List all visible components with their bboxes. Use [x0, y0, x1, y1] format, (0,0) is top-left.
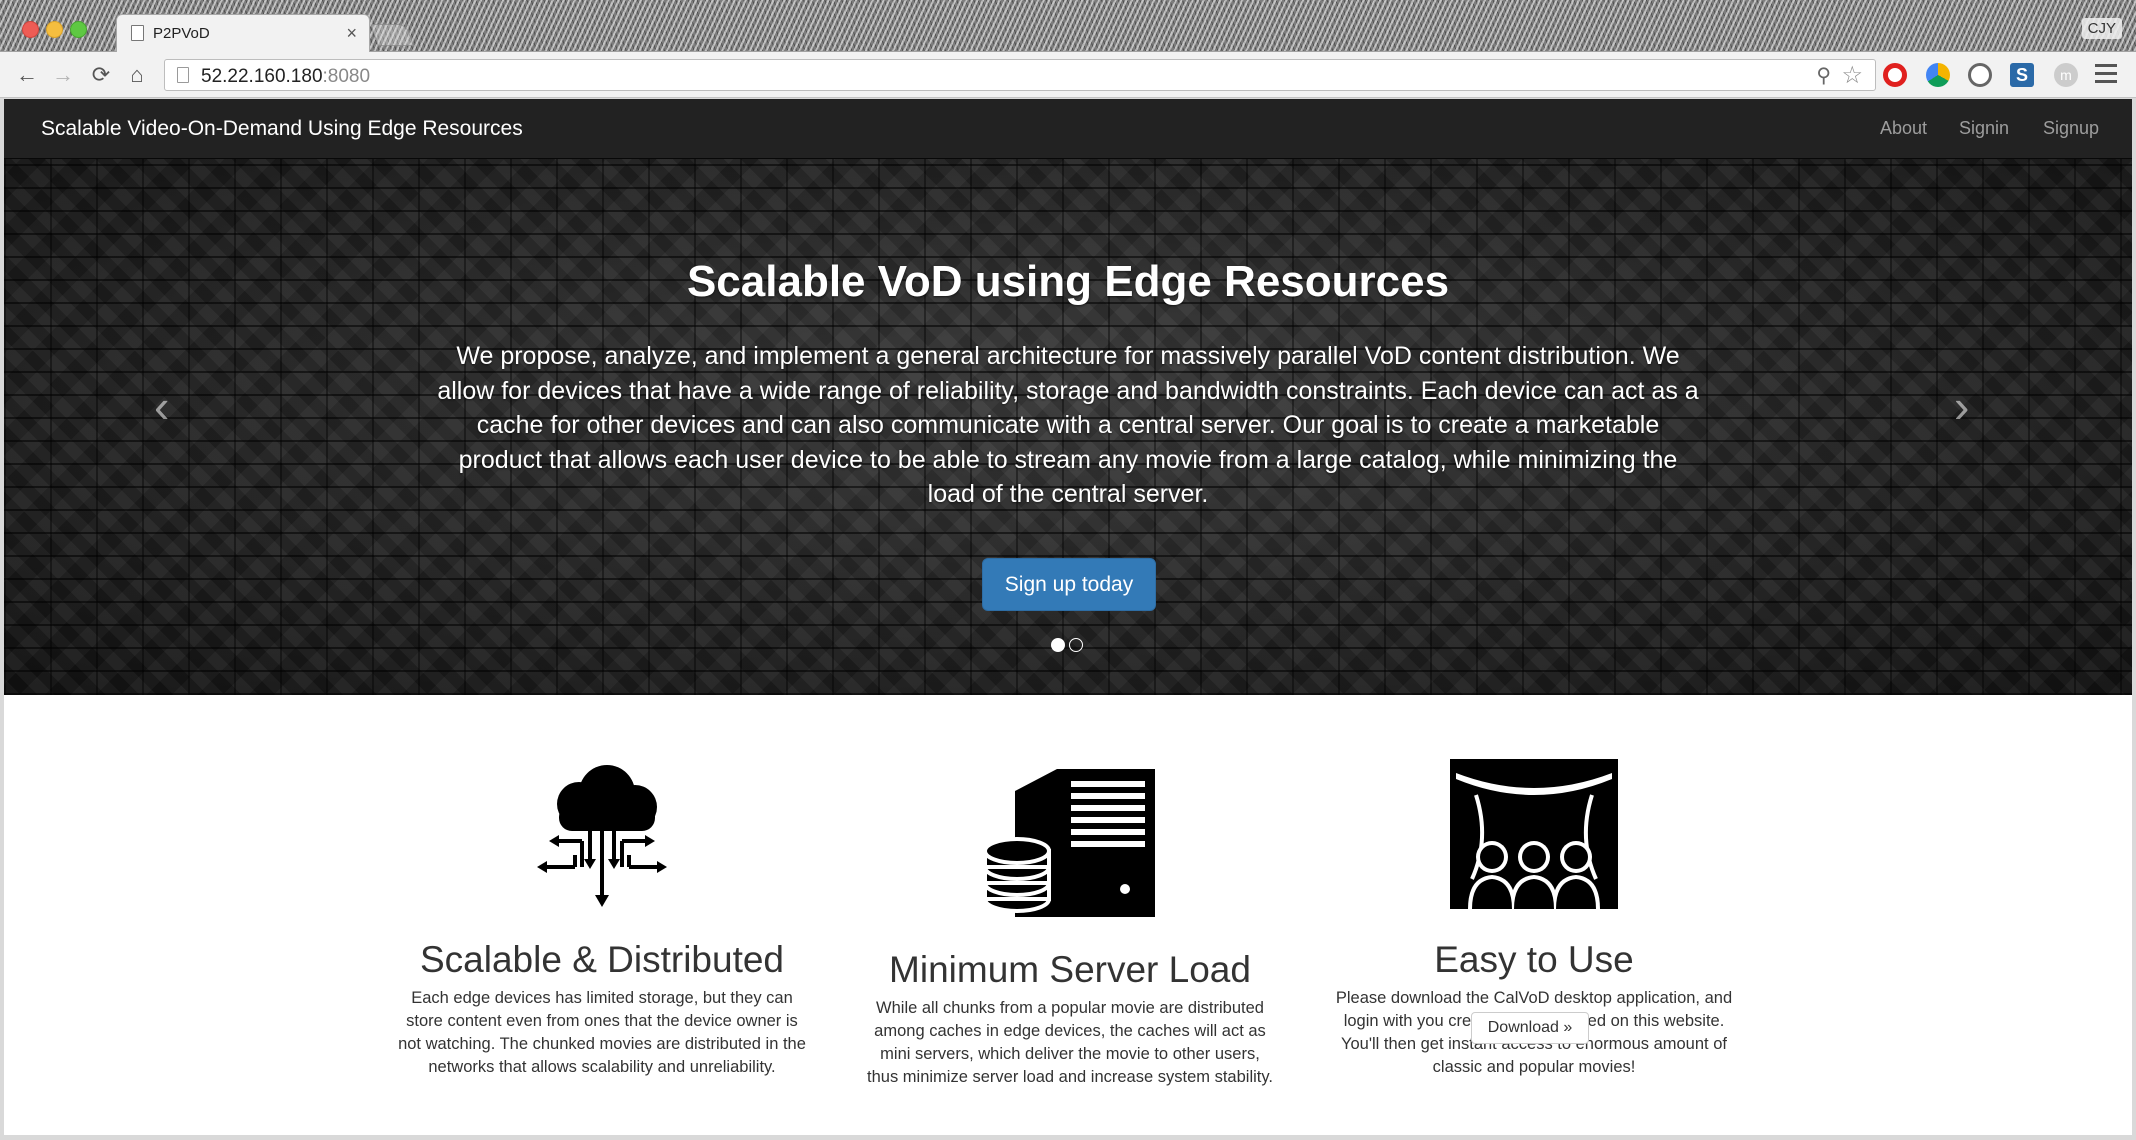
nav-link-signup[interactable]: Signup — [2043, 118, 2099, 139]
profile-badge[interactable]: CJY — [2081, 18, 2122, 39]
m-extension-icon[interactable]: m — [2054, 63, 2078, 87]
carousel-next-icon[interactable]: › — [1954, 383, 1969, 429]
theater-audience-icon — [1450, 759, 1618, 909]
browser-tabstrip: P2PVoD × CJY — [0, 0, 2136, 52]
maximize-window-button[interactable] — [70, 21, 87, 38]
forward-icon[interactable]: → — [50, 62, 76, 88]
hero-title: Scalable VoD using Edge Resources — [686, 257, 1450, 306]
feature-text: While all chunks from a popular movie ar… — [867, 999, 1273, 1086]
minimize-window-button[interactable] — [46, 21, 63, 38]
url-text[interactable]: 52.22.160.180:8080 — [201, 66, 370, 88]
feature-server-load: Minimum Server Load While all chunks fro… — [860, 759, 1280, 1089]
server-database-icon — [985, 769, 1155, 917]
nav-link-about[interactable]: About — [1880, 118, 1927, 139]
extension-icon[interactable] — [1926, 63, 1950, 87]
cloud-network-icon — [537, 765, 667, 907]
reload-icon[interactable]: ⟳ — [88, 62, 114, 88]
carousel-indicators — [1051, 638, 1087, 657]
carousel-indicator[interactable] — [1051, 638, 1065, 652]
feature-heading: Scalable & Distributed — [419, 939, 785, 980]
browser-menu-icon[interactable] — [2095, 64, 2117, 86]
new-tab-button[interactable] — [369, 24, 415, 46]
search-icon[interactable]: ⚲ — [1816, 63, 1831, 88]
browser-tab[interactable]: P2PVoD × — [116, 14, 370, 52]
tab-close-icon[interactable]: × — [346, 23, 357, 43]
opera-extension-icon[interactable] — [1883, 63, 1907, 87]
feature-heading: Minimum Server Load — [889, 949, 1251, 990]
close-window-button[interactable] — [22, 21, 39, 38]
bookmark-star-icon[interactable]: ☆ — [1841, 61, 1863, 90]
address-bar[interactable]: 52.22.160.180:8080 ⚲ ☆ — [164, 59, 1876, 91]
feature-heading: Easy to Use — [1434, 939, 1634, 980]
carousel-prev-icon[interactable]: ‹ — [154, 383, 169, 429]
carousel-indicator[interactable] — [1069, 638, 1083, 652]
browser-toolbar: ← → ⟳ ⌂ 52.22.160.180:8080 ⚲ ☆ S m — [0, 52, 2136, 98]
site-navbar: Scalable Video-On-Demand Using Edge Reso… — [4, 99, 2132, 159]
home-icon[interactable]: ⌂ — [124, 62, 150, 88]
site-brand[interactable]: Scalable Video-On-Demand Using Edge Reso… — [41, 117, 523, 141]
hero-carousel: ‹ › Scalable VoD using Edge Resources We… — [4, 159, 2132, 695]
web-page: Scalable Video-On-Demand Using Edge Reso… — [4, 99, 2132, 1135]
back-icon[interactable]: ← — [14, 62, 40, 88]
hero-description: We propose, analyze, and implement a gen… — [437, 342, 1699, 508]
tab-title: P2PVoD — [153, 25, 210, 42]
feature-scalable: Scalable & Distributed Each edge devices… — [392, 759, 812, 1079]
page-icon — [177, 67, 189, 83]
feature-text: Each edge devices has limited storage, b… — [398, 989, 806, 1076]
film-reel-extension-icon[interactable] — [1968, 63, 1992, 87]
page-icon — [131, 25, 144, 41]
nav-link-signin[interactable]: Signin — [1959, 118, 2009, 139]
sign-up-button[interactable]: Sign up today — [982, 558, 1156, 611]
download-button[interactable]: Download » — [1471, 1012, 1589, 1044]
s-extension-icon[interactable]: S — [2010, 63, 2034, 87]
